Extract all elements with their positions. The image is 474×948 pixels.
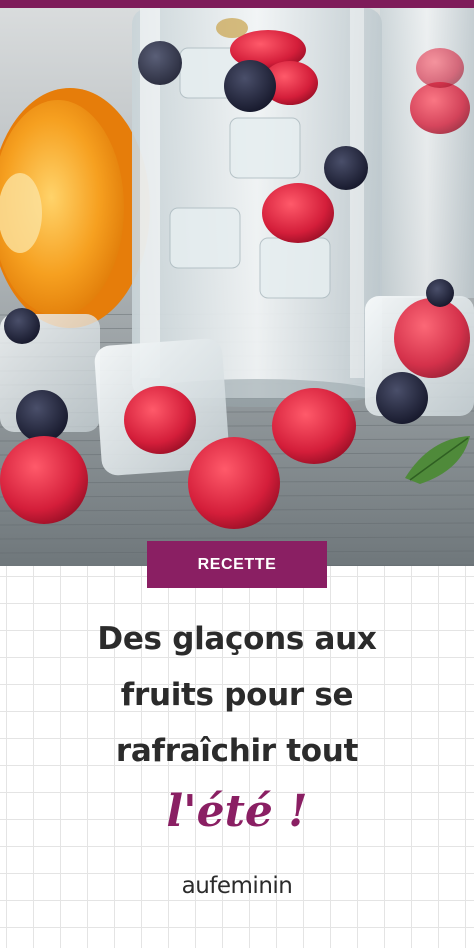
- headline-accent: l'été !: [166, 786, 308, 837]
- pin-card[interactable]: RECETTE Des glaçons aux fruits pour se r…: [0, 0, 474, 948]
- headline-line-3: rafraîchir tout: [115, 733, 359, 769]
- hero-photo-illustration: [0, 8, 474, 566]
- headline: Des glaçons aux fruits pour se rafraîchi…: [10, 611, 464, 779]
- category-badge[interactable]: RECETTE: [147, 541, 327, 588]
- brand-logo[interactable]: aufeminin: [0, 873, 474, 899]
- raspberry-icon: [0, 436, 88, 524]
- ice-cube-icon: [365, 279, 474, 424]
- headline-line-1: Des glaçons aux: [97, 621, 377, 657]
- headline-line-2: fruits pour se: [120, 677, 354, 713]
- top-accent-bar: [0, 0, 474, 8]
- blueberry-icon: [224, 60, 276, 112]
- hero-photo: [0, 8, 474, 566]
